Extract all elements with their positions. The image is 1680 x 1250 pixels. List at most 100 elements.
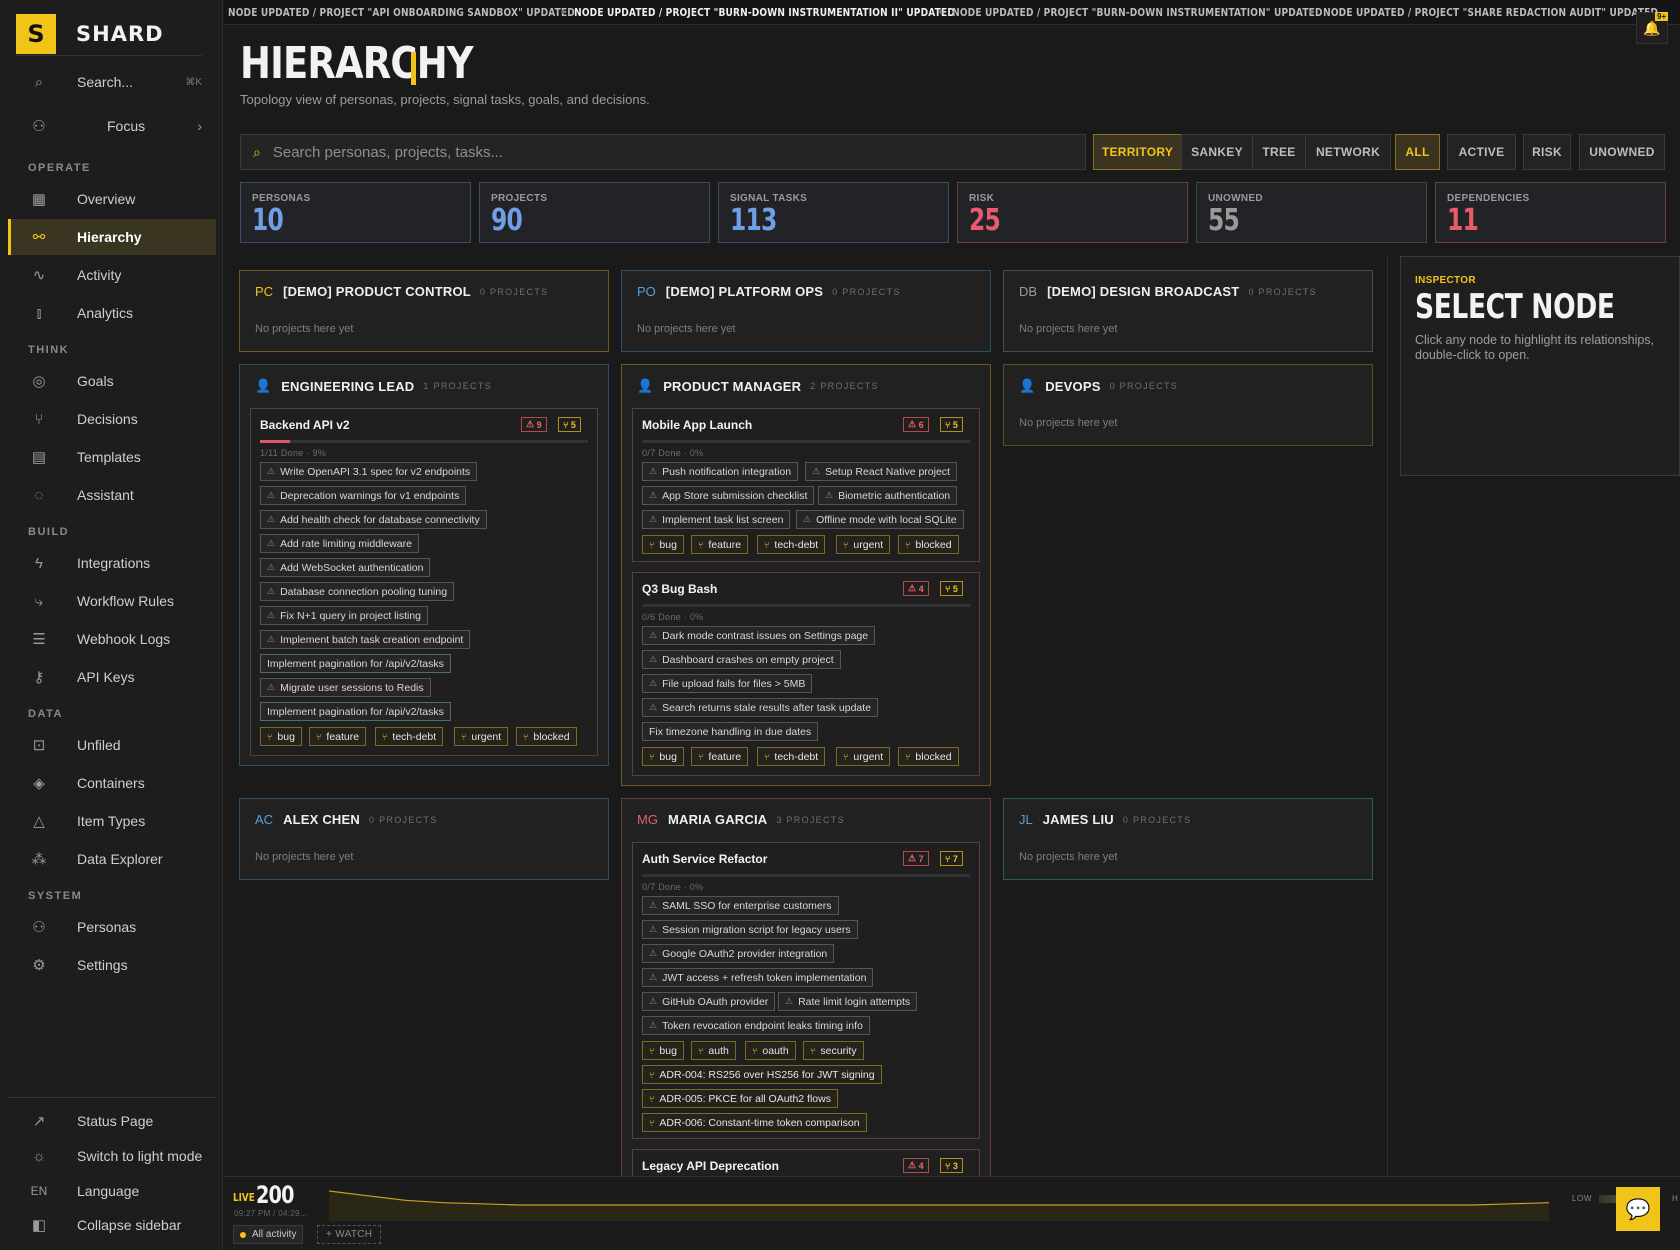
sidebar-item-webhook-logs[interactable]: ☰ Webhook Logs — [8, 621, 216, 657]
project-card[interactable]: Legacy API Deprecation ⚠ 4 ⑂ 3 — [632, 1149, 980, 1179]
task-chip[interactable]: ⚠ Offline mode with local SQLite — [796, 510, 964, 529]
persona-card[interactable]: 👤 PRODUCT MANAGER 2 PROJECTS Mobile App La… — [621, 364, 991, 786]
task-chip[interactable]: ⚠ Implement task list screen — [642, 510, 791, 529]
task-chip[interactable]: ⚠ Implement batch task creation endpoint — [260, 630, 471, 649]
tag-chip[interactable]: ⑂ blocked — [516, 727, 577, 746]
task-chip[interactable]: ⚠ Add health check for database connectiv… — [260, 510, 487, 529]
project-card[interactable]: Mobile App Launch ⚠ 6 ⑂ 5 0/7 Done · 0% … — [632, 408, 980, 562]
task-chip[interactable]: ⚠ Search returns stale results after task… — [642, 698, 879, 717]
task-chip[interactable]: ⚠ Write OpenAPI 3.1 spec for v2 endpoints — [260, 462, 478, 481]
sidebar-item-integrations[interactable]: ϟ Integrations — [8, 545, 216, 581]
persona-card[interactable]: PO [DEMO] PLATFORM OPS 0 PROJECTS No proje… — [621, 270, 991, 352]
persona-card[interactable]: 👤 DEVOPS 0 PROJECTS No projects here yet — [1003, 364, 1373, 446]
task-chip[interactable]: ⚠ Dashboard crashes on empty project — [642, 650, 841, 669]
task-chip[interactable]: ⚠ Fix N+1 query in project listing — [260, 606, 429, 625]
hierarchy-search-input[interactable]: ⌕ Search personas, projects, tasks... — [240, 134, 1086, 170]
persona-card[interactable]: MG MARIA GARCIA 3 PROJECTS Auth Service Re… — [621, 798, 991, 1179]
tag-chip[interactable]: ⑂ tech-debt — [375, 727, 444, 746]
tag-chip[interactable]: ⑂ feature — [309, 727, 367, 746]
sidebar-item-templates[interactable]: ▤ Templates — [8, 439, 216, 475]
brand[interactable]: S SHARD — [16, 14, 164, 54]
tag-chip[interactable]: ⑂ feature — [691, 747, 749, 766]
sidebar-item-settings[interactable]: ⚙ Settings — [8, 947, 216, 983]
tag-chip[interactable]: ⑂ blocked — [898, 747, 959, 766]
view-territory[interactable]: TERRITORY — [1093, 134, 1182, 170]
sidebar-search[interactable]: ⌕ Search... ⌘K — [8, 64, 216, 100]
persona-card[interactable]: PC [DEMO] PRODUCT CONTROL 0 PROJECTS No pr… — [239, 270, 609, 352]
persona-card[interactable]: 👤 ENGINEERING LEAD 1 PROJECTS Backend API … — [239, 364, 609, 766]
sidebar-item-item-types[interactable]: △ Item Types — [8, 803, 216, 839]
tag-chip[interactable]: ⑂ auth — [691, 1041, 736, 1060]
filter-risk[interactable]: RISK — [1523, 134, 1571, 170]
theme-toggle[interactable]: ☼ Switch to light mode — [8, 1138, 216, 1174]
tag-chip[interactable]: ⑂ urgent — [836, 535, 891, 554]
task-chip[interactable]: ⚠ Migrate user sessions to Redis — [260, 678, 431, 697]
sidebar-item-data-explorer[interactable]: ⁂ Data Explorer — [8, 841, 216, 877]
tag-chip[interactable]: ⑂ tech-debt — [757, 747, 826, 766]
task-chip[interactable]: ⚠ File upload fails for files > 5MB — [642, 674, 813, 693]
tag-chip[interactable]: ⑂ bug — [642, 747, 684, 766]
project-card[interactable]: Backend API v2 ⚠ 9 ⑂ 5 1/11 Done · 9% ⚠ W… — [250, 408, 598, 756]
task-chip[interactable]: ⚠ Token revocation endpoint leaks timing … — [642, 1016, 870, 1035]
task-chip[interactable]: Implement pagination for /api/v2/tasks — [260, 654, 451, 673]
sidebar-focus[interactable]: ⚇ Focus › — [8, 108, 216, 144]
sidebar-item-unfiled[interactable]: ⊡ Unfiled — [8, 727, 216, 763]
task-chip[interactable]: ⚠ Add WebSocket authentication — [260, 558, 431, 577]
tag-chip[interactable]: ⑂ urgent — [454, 727, 509, 746]
view-tree[interactable]: TREE — [1252, 134, 1306, 170]
sidebar-item-overview[interactable]: ▦ Overview — [8, 181, 216, 217]
task-chip[interactable]: ⚠ Rate limit login attempts — [778, 992, 918, 1011]
project-card[interactable]: Q3 Bug Bash ⚠ 4 ⑂ 5 0/6 Done · 0% ⚠ Dark … — [632, 572, 980, 776]
sidebar-item-assistant[interactable]: ◌ Assistant — [8, 477, 216, 513]
persona-card[interactable]: DB [DEMO] DESIGN BROADCAST 0 PROJECTS No p… — [1003, 270, 1373, 352]
task-chip[interactable]: ⚠ Google OAuth2 provider integration — [642, 944, 835, 963]
sidebar-item-personas[interactable]: ⚇ Personas — [8, 909, 216, 945]
decision-chip[interactable]: ⑂ ADR-006: Constant-time token comparison — [642, 1113, 867, 1132]
language-selector[interactable]: EN Language — [8, 1173, 216, 1209]
persona-card[interactable]: JL JAMES LIU 0 PROJECTS No projects here y… — [1003, 798, 1373, 880]
tag-chip[interactable]: ⑂ bug — [642, 535, 684, 554]
sidebar-item-activity[interactable]: ∿ Activity — [8, 257, 216, 293]
tag-chip[interactable]: ⑂ feature — [691, 535, 749, 554]
sidebar-item-api-keys[interactable]: ⚷ API Keys — [8, 659, 216, 695]
tag-chip[interactable]: ⑂ urgent — [836, 747, 891, 766]
task-chip[interactable]: ⚠ SAML SSO for enterprise customers — [642, 896, 839, 915]
task-chip[interactable]: ⚠ GitHub OAuth provider — [642, 992, 776, 1011]
task-chip[interactable]: ⚠ Session migration script for legacy use… — [642, 920, 858, 939]
view-network[interactable]: NETWORK — [1305, 134, 1391, 170]
persona-card[interactable]: AC ALEX CHEN 0 PROJECTS No projects here y… — [239, 798, 609, 880]
sidebar-item-hierarchy[interactable]: ⚯ Hierarchy — [8, 219, 216, 255]
tag-chip[interactable]: ⑂ tech-debt — [757, 535, 826, 554]
task-chip[interactable]: ⚠ App Store submission checklist — [642, 486, 815, 505]
task-chip[interactable]: ⚠ JWT access + refresh token implementati… — [642, 968, 874, 987]
task-chip[interactable]: ⚠ Deprecation warnings for v1 endpoints — [260, 486, 467, 505]
tag-chip[interactable]: ⑂ oauth — [745, 1041, 796, 1060]
sidebar-item-decisions[interactable]: ⑂ Decisions — [8, 401, 216, 437]
assistant-chat-button[interactable]: 💬 — [1616, 1187, 1660, 1231]
tag-chip[interactable]: ⑂ blocked — [898, 535, 959, 554]
tag-chip[interactable]: ⑂ security — [803, 1041, 864, 1060]
sidebar-item-goals[interactable]: ◎ Goals — [8, 363, 216, 399]
project-card[interactable]: Auth Service Refactor ⚠ 7 ⑂ 7 0/7 Done ·… — [632, 842, 980, 1139]
view-sankey[interactable]: SANKEY — [1181, 134, 1253, 170]
task-chip[interactable]: ⚠ Biometric authentication — [818, 486, 958, 505]
collapse-sidebar-button[interactable]: ◧ Collapse sidebar — [8, 1207, 216, 1243]
sidebar-item-workflow-rules[interactable]: ⤷ Workflow Rules — [8, 583, 216, 619]
task-chip[interactable]: ⚠ Dark mode contrast issues on Settings p… — [642, 626, 876, 645]
task-chip[interactable]: Fix timezone handling in due dates — [642, 722, 819, 741]
sidebar-item-containers[interactable]: ◈ Containers — [8, 765, 216, 801]
watch-button[interactable]: + WATCH — [317, 1225, 382, 1244]
task-chip[interactable]: Implement pagination for /api/v2/tasks — [260, 702, 451, 721]
status-page-link[interactable]: ↗ Status Page — [8, 1103, 216, 1139]
tag-chip[interactable]: ⑂ bug — [260, 727, 302, 746]
tag-chip[interactable]: ⑂ bug — [642, 1041, 684, 1060]
task-chip[interactable]: ⚠ Setup React Native project — [805, 462, 957, 481]
task-chip[interactable]: ⚠ Push notification integration — [642, 462, 799, 481]
all-activity-filter[interactable]: All activity — [233, 1225, 304, 1244]
task-chip[interactable]: ⚠ Database connection pooling tuning — [260, 582, 455, 601]
sidebar-item-analytics[interactable]: ⫾ Analytics — [8, 295, 216, 331]
decision-chip[interactable]: ⑂ ADR-005: PKCE for all OAuth2 flows — [642, 1089, 838, 1108]
filter-all[interactable]: ALL — [1395, 134, 1440, 170]
decision-chip[interactable]: ⑂ ADR-004: RS256 over HS256 for JWT signi… — [642, 1065, 882, 1084]
task-chip[interactable]: ⚠ Add rate limiting middleware — [260, 534, 419, 553]
